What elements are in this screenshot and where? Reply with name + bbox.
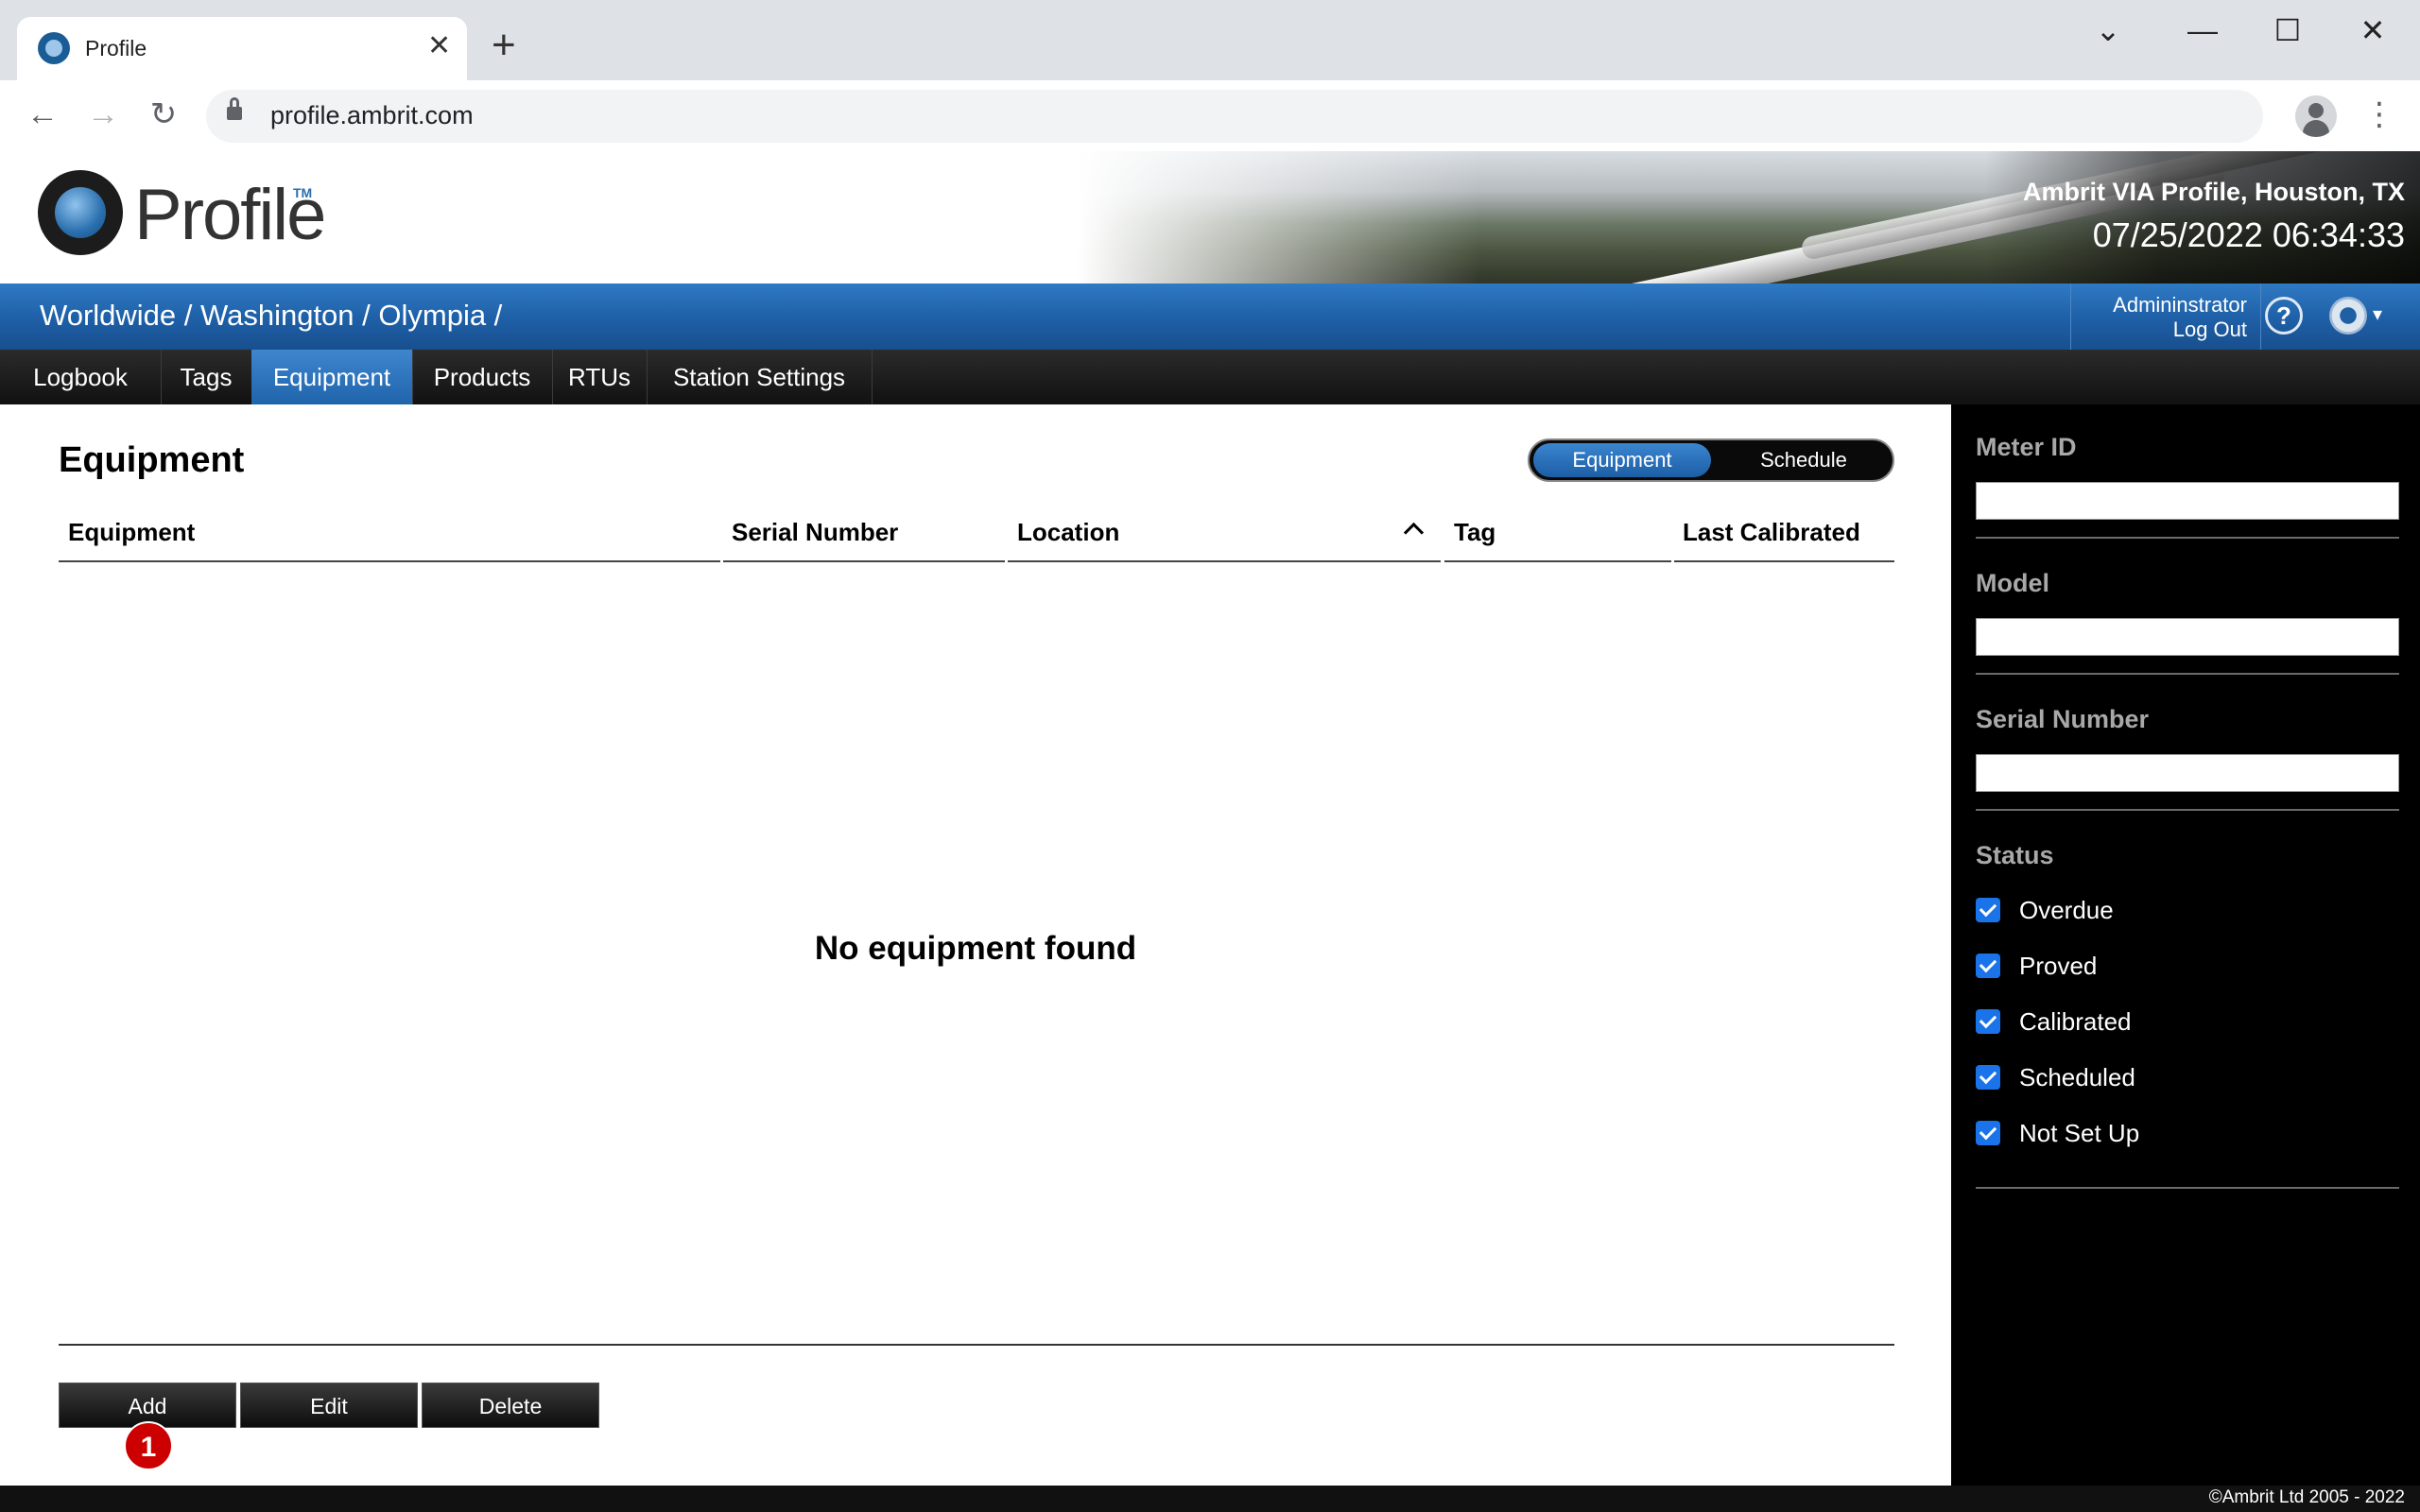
tab-title: Profile <box>85 36 147 60</box>
tab-logbook[interactable]: Logbook <box>0 350 162 404</box>
meter-id-input[interactable] <box>1976 482 2399 520</box>
breadcrumb-bar: Worldwide / Washington / Olympia / Admin… <box>0 284 2420 350</box>
column-header-last-calibrated[interactable]: Last Calibrated <box>1683 518 1860 547</box>
toggle-equipment[interactable]: Equipment <box>1533 443 1711 477</box>
status-label: Status <box>1976 841 2054 869</box>
column-header-location[interactable]: Location <box>1017 518 1119 547</box>
status-not-set-up-label[interactable]: Not Set Up <box>2019 1119 2139 1148</box>
delete-button[interactable]: Delete <box>422 1383 599 1428</box>
tab-station-settings[interactable]: Station Settings <box>647 350 873 404</box>
browser-menu-icon[interactable]: ⋮ <box>2363 94 2395 135</box>
column-header-tag[interactable]: Tag <box>1454 518 1495 547</box>
logo-trademark: TM <box>293 185 313 200</box>
status-calibrated-checkbox[interactable] <box>1976 1009 2000 1034</box>
column-header-equipment[interactable]: Equipment <box>68 518 195 547</box>
column-divider <box>723 560 1005 562</box>
browser-profile-icon[interactable] <box>2295 95 2337 137</box>
column-divider <box>1444 560 1671 562</box>
address-bar[interactable]: profile.ambrit.com <box>206 90 2263 143</box>
logout-link[interactable]: Log Out <box>2173 318 2247 342</box>
status-scheduled-checkbox[interactable] <box>1976 1065 2000 1090</box>
serial-number-input[interactable] <box>1976 754 2399 792</box>
status-calibrated-label[interactable]: Calibrated <box>2019 1007 2132 1037</box>
filter-divider <box>1976 537 2399 539</box>
window-close-icon[interactable]: ✕ <box>2344 11 2401 49</box>
close-tab-icon[interactable]: ✕ <box>427 30 451 62</box>
minimize-icon[interactable]: — <box>2174 11 2231 49</box>
filter-divider <box>1976 673 2399 675</box>
forward-arrow-icon[interactable]: → <box>79 94 127 135</box>
user-name: Admininstrator <box>2113 293 2247 317</box>
sort-ascending-icon[interactable] <box>1403 522 1425 543</box>
back-arrow-icon[interactable]: ← <box>19 94 66 135</box>
tab-equipment[interactable]: Equipment <box>251 350 413 404</box>
gear-icon[interactable] <box>2329 297 2367 335</box>
status-scheduled-label[interactable]: Scheduled <box>2019 1063 2135 1092</box>
filter-divider <box>1976 809 2399 811</box>
url-text[interactable]: profile.ambrit.com <box>270 101 474 130</box>
status-overdue-checkbox[interactable] <box>1976 898 2000 922</box>
browser-tab[interactable]: Profile ✕ <box>17 17 467 80</box>
tab-products[interactable]: Products <box>412 350 553 404</box>
help-icon[interactable]: ? <box>2265 297 2303 335</box>
meter-id-label: Meter ID <box>1976 433 2077 461</box>
equipment-main: Equipment Equipment Schedule Equipment S… <box>0 404 1951 1486</box>
page-title: Equipment <box>59 440 245 480</box>
site-name: Ambrit VIA Profile, Houston, TX <box>2022 178 2405 206</box>
tab-rtus[interactable]: RTUs <box>552 350 648 404</box>
status-not-set-up-checkbox[interactable] <box>1976 1121 2000 1145</box>
model-label: Model <box>1976 569 2049 597</box>
browser-tabstrip: Profile ✕ + ⌄ — ☐ ✕ <box>0 0 2420 80</box>
profile-logo-globe-icon <box>55 187 106 238</box>
tab-search-chevron-icon[interactable]: ⌄ <box>2080 11 2136 49</box>
toggle-schedule[interactable]: Schedule <box>1715 443 1893 477</box>
view-toggle: Equipment Schedule <box>1528 438 1894 482</box>
browser-toolbar: ← → ↻ profile.ambrit.com ⋮ <box>0 80 2420 152</box>
maximize-icon[interactable]: ☐ <box>2259 11 2316 49</box>
status-proved-label[interactable]: Proved <box>2019 952 2097 981</box>
step-badge: 1 <box>124 1421 173 1470</box>
main-nav: Logbook Tags Equipment Products RTUs Sta… <box>0 350 2420 404</box>
column-divider <box>59 560 720 562</box>
chevron-down-icon[interactable]: ▾ <box>2373 302 2382 326</box>
lock-icon <box>227 97 242 120</box>
profile-favicon-icon <box>38 32 70 64</box>
breadcrumb[interactable]: Worldwide / Washington / Olympia / <box>40 299 502 333</box>
reload-icon[interactable]: ↻ <box>140 94 187 135</box>
model-input[interactable] <box>1976 618 2399 656</box>
status-proved-checkbox[interactable] <box>1976 954 2000 978</box>
serial-number-label: Serial Number <box>1976 705 2150 733</box>
user-block: Admininstrator Log Out <box>2070 284 2261 350</box>
table-bottom-divider <box>59 1344 1894 1346</box>
column-header-serial-number[interactable]: Serial Number <box>732 518 898 547</box>
tab-tags[interactable]: Tags <box>161 350 252 404</box>
column-divider <box>1008 560 1441 562</box>
edit-button[interactable]: Edit <box>240 1383 418 1428</box>
copyright-text: ©Ambrit Ltd 2005 - 2022 <box>2208 1487 2405 1507</box>
empty-state-message: No equipment found <box>814 930 1137 967</box>
app-header: Profile TM Ambrit VIA Profile, Houston, … <box>0 151 2420 284</box>
current-datetime: 07/25/2022 06:34:33 <box>2092 215 2405 254</box>
footer: ©Ambrit Ltd 2005 - 2022 <box>0 1486 2420 1512</box>
filter-divider <box>1976 1187 2399 1189</box>
new-tab-icon[interactable]: + <box>492 25 516 66</box>
status-overdue-label[interactable]: Overdue <box>2019 896 2114 925</box>
filter-panel: Meter ID Model Serial Number Status Over… <box>1951 404 2420 1486</box>
column-divider <box>1674 560 1894 562</box>
